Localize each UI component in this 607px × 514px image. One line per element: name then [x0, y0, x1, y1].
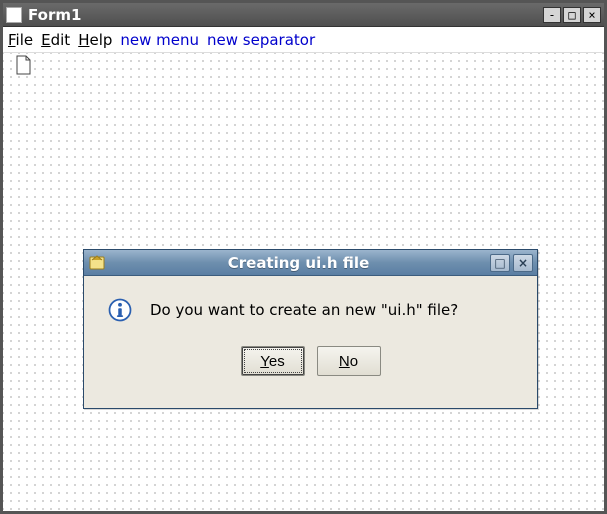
menu-action-new-menu[interactable]: new menu — [120, 31, 199, 49]
menu-file-rest: ile — [16, 31, 34, 49]
dialog-titlebar: Creating ui.h file □ × — [84, 250, 537, 276]
info-icon — [106, 296, 134, 324]
main-window-title: Form1 — [28, 6, 541, 24]
dialog-title: Creating ui.h file — [110, 254, 487, 272]
dialog-message: Do you want to create an new "ui.h" file… — [150, 301, 458, 319]
dialog-close-button[interactable]: × — [513, 254, 533, 272]
menu-edit-rest: dit — [51, 31, 71, 49]
yes-button[interactable]: Yes — [241, 346, 305, 376]
close-button[interactable]: × — [583, 7, 601, 23]
yes-rest: es — [269, 353, 285, 370]
dialog-create-file: Creating ui.h file □ × Do you want to cr… — [83, 249, 538, 409]
document-icon[interactable] — [15, 55, 33, 75]
app-icon — [6, 7, 22, 23]
menu-edit[interactable]: Edit — [41, 31, 70, 49]
menu-file[interactable]: File — [8, 31, 33, 49]
dialog-button-row: Yes No — [106, 346, 515, 376]
no-rest: o — [350, 353, 358, 370]
menubar: File Edit Help new menu new separator — [3, 27, 604, 53]
no-button[interactable]: No — [317, 346, 381, 376]
menu-help-rest: elp — [89, 31, 112, 49]
dialog-body: Do you want to create an new "ui.h" file… — [84, 276, 537, 386]
dialog-maximize-button[interactable]: □ — [490, 254, 510, 272]
menu-help[interactable]: Help — [78, 31, 112, 49]
menu-action-new-separator[interactable]: new separator — [207, 31, 315, 49]
main-titlebar: Form1 - □ × — [3, 3, 604, 27]
dialog-app-icon — [88, 254, 106, 272]
minimize-button[interactable]: - — [543, 7, 561, 23]
maximize-button[interactable]: □ — [563, 7, 581, 23]
